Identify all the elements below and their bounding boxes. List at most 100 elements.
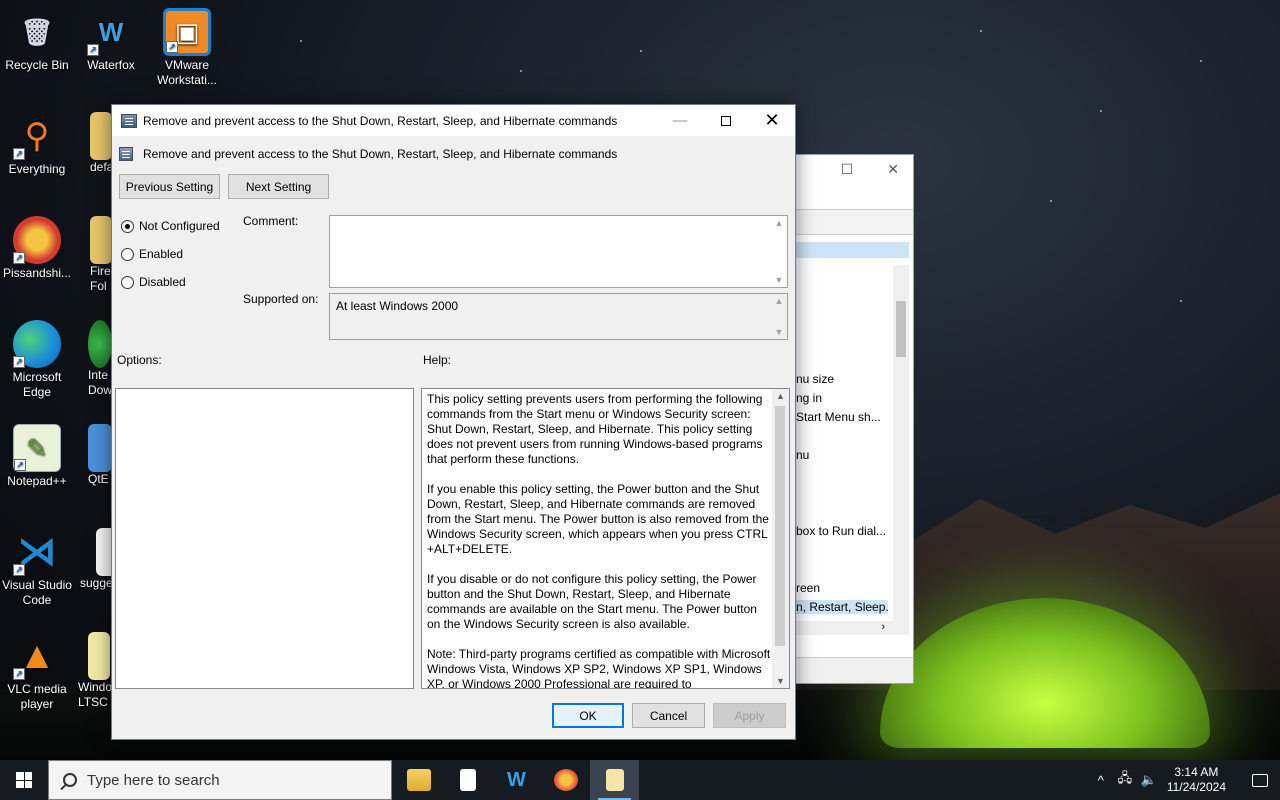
desktop-icon-waterfox[interactable]: W ↗ Waterfox <box>74 8 148 73</box>
list-item[interactable]: reen <box>796 581 888 595</box>
comment-scrollbar[interactable]: ▲ ▼ <box>773 218 785 285</box>
list-item[interactable]: Start Menu sh... <box>796 410 888 424</box>
start-button[interactable] <box>0 760 48 800</box>
setting-name: Remove and prevent access to the Shut Do… <box>143 147 618 161</box>
notifications-button[interactable] <box>1240 760 1280 800</box>
status-bar <box>796 657 913 683</box>
waterfox-icon: W <box>507 769 526 791</box>
edge-icon: ↗ <box>13 320 61 368</box>
desktop-icon-vlc[interactable]: ▲ ↗ VLC media player <box>0 632 74 712</box>
taskbar-notepad[interactable] <box>443 760 492 800</box>
apply-button[interactable]: Apply <box>713 703 786 728</box>
radio-empty-icon <box>121 275 134 289</box>
recycle-bin-icon: 🗑 <box>20 16 54 47</box>
cancel-button[interactable]: Cancel <box>632 703 705 728</box>
browser-icon: ↗ <box>13 216 61 264</box>
options-panel <box>115 388 414 689</box>
search-icon <box>63 773 77 787</box>
previous-setting-button[interactable]: Previous Setting <box>119 174 220 199</box>
taskbar-editor[interactable] <box>590 760 639 800</box>
scroll-thumb[interactable] <box>775 406 785 646</box>
desktop-icon-pissandshi[interactable]: ↗ Pissandshi... <box>0 216 74 281</box>
help-label: Help: <box>423 353 452 367</box>
supported-on-label: Supported on: <box>243 292 319 306</box>
radio-not-configured[interactable]: Not Configured <box>121 219 220 233</box>
title-bar[interactable]: Remove and prevent access to the Shut Do… <box>112 105 795 136</box>
vertical-scrollbar[interactable] <box>893 265 909 621</box>
desktop-icon-edge[interactable]: ↗ Microsoft Edge <box>0 320 74 400</box>
help-text: This policy setting prevents users from … <box>427 392 772 689</box>
radio-enabled[interactable]: Enabled <box>121 247 183 261</box>
maximize-icon <box>721 115 731 126</box>
radio-disabled[interactable]: Disabled <box>121 275 186 289</box>
taskbar-browser[interactable] <box>541 760 590 800</box>
policy-icon <box>121 113 137 128</box>
taskbar-file-explorer[interactable] <box>394 760 443 800</box>
supported-scrollbar[interactable]: ▲ ▼ <box>773 296 785 337</box>
options-label: Options: <box>117 353 162 367</box>
volume-muted-icon[interactable]: 🔈 <box>1137 772 1161 788</box>
folder-icon <box>90 216 112 264</box>
toolbar-pane <box>796 209 913 235</box>
help-paragraph: Note: Third-party programs certified as … <box>427 647 771 689</box>
comment-label: Comment: <box>243 214 299 228</box>
help-panel[interactable]: This policy setting prevents users from … <box>421 388 790 689</box>
file-explorer-icon <box>406 769 431 791</box>
search-box[interactable]: Type here to search <box>48 760 392 800</box>
browser-icon <box>553 769 578 791</box>
setting-header: Remove and prevent access to the Shut Do… <box>119 147 617 161</box>
vlc-icon: ▲ ↗ <box>13 632 61 680</box>
file-icon <box>88 632 110 680</box>
list-item[interactable]: ng in <box>796 391 888 405</box>
radio-empty-icon <box>121 247 134 261</box>
list-item[interactable]: box to Run dial... <box>796 524 888 538</box>
download-manager-icon <box>88 320 112 368</box>
scroll-up-icon[interactable]: ▲ <box>772 391 789 401</box>
waterfox-icon: W ↗ <box>87 8 135 56</box>
chevron-up-icon[interactable]: ^ <box>1089 773 1113 788</box>
clock[interactable]: 3:14 AM 11/24/2024 <box>1167 765 1226 795</box>
column-header <box>796 242 909 258</box>
taskbar: Type here to search W ^ 🖧 🔈 3:14 AM 11/2… <box>0 760 1280 800</box>
desktop-icon-everything[interactable]: ⚲ ↗ Everything <box>0 112 74 177</box>
maximize-button[interactable] <box>703 105 749 136</box>
policy-setting-dialog[interactable]: Remove and prevent access to the Shut Do… <box>111 104 796 740</box>
everything-icon: ⚲ ↗ <box>13 112 61 160</box>
horizontal-scrollbar[interactable]: › <box>796 621 909 635</box>
network-icon[interactable]: 🖧 <box>1113 769 1137 791</box>
minimize-button[interactable]: — <box>657 105 703 136</box>
group-policy-editor-window[interactable]: ☐ ✕ nu size ng in Start Menu sh... nu bo… <box>796 154 914 684</box>
vscode-icon: ⋊ ↗ <box>13 528 61 576</box>
clock-time: 3:14 AM <box>1174 765 1219 779</box>
list-item[interactable]: nu size <box>796 372 888 386</box>
notepad-icon <box>459 769 476 791</box>
search-placeholder: Type here to search <box>87 771 220 789</box>
maximize-icon[interactable]: ☐ <box>841 161 854 185</box>
scroll-down-icon[interactable]: ▼ <box>772 676 789 686</box>
system-tray: ^ 🖧 🔈 3:14 AM 11/24/2024 <box>1089 760 1280 800</box>
desktop-icon-notepadpp[interactable]: ✎ ↗ Notepad++ <box>0 424 74 489</box>
list-item[interactable]: nu <box>796 448 888 462</box>
list-item-selected[interactable]: n, Restart, Sleep... <box>796 600 888 614</box>
help-paragraph: If you enable this policy setting, the P… <box>427 482 769 556</box>
clock-date: 11/24/2024 <box>1166 780 1226 794</box>
comment-field[interactable]: ▲ ▼ <box>329 215 788 288</box>
notepad-editor-icon <box>605 769 624 791</box>
policy-icon <box>119 147 133 161</box>
supported-on-field: At least Windows 2000 ▲ ▼ <box>329 293 788 340</box>
windows-logo-icon <box>16 772 32 788</box>
desktop-icon-recycle-bin[interactable]: 🗑 Recycle Bin <box>0 8 74 73</box>
window-title: Remove and prevent access to the Shut Do… <box>143 113 618 128</box>
next-setting-button[interactable]: Next Setting <box>228 174 329 199</box>
notepadpp-icon: ✎ ↗ <box>13 424 61 472</box>
close-button[interactable]: ✕ <box>749 105 795 136</box>
vmware-icon: ▣ ↗ <box>163 8 211 56</box>
help-scrollbar[interactable]: ▲ ▼ <box>772 389 789 688</box>
notification-icon <box>1252 773 1268 787</box>
close-icon[interactable]: ✕ <box>887 161 899 185</box>
desktop-icon-vscode[interactable]: ⋊ ↗ Visual Studio Code <box>0 528 74 608</box>
ok-button[interactable]: OK <box>552 703 624 728</box>
taskbar-waterfox[interactable]: W <box>492 760 541 800</box>
desktop-icon-vmware[interactable]: ▣ ↗ VMware Workstati... <box>150 8 224 88</box>
radio-selected-icon <box>121 219 134 233</box>
